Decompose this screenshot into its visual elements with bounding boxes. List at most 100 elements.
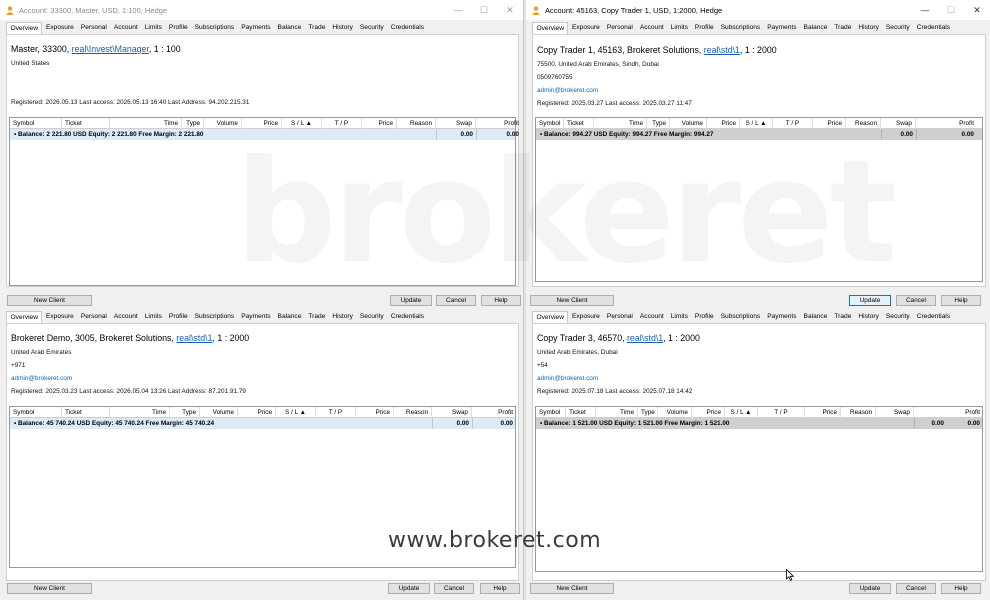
tab-overview[interactable]: Overview bbox=[532, 311, 569, 323]
col-tp[interactable]: T / P bbox=[322, 118, 362, 129]
tab-subscriptions[interactable]: Subscriptions bbox=[191, 311, 238, 323]
close-icon[interactable]: ✕ bbox=[497, 0, 523, 20]
col-type[interactable]: Type bbox=[647, 118, 670, 129]
balance-row[interactable]: • Balance: 1 521.00 USD Equity: 1 521.00… bbox=[536, 418, 982, 429]
group-link[interactable]: real\std\1 bbox=[176, 333, 212, 343]
col-reason[interactable]: Reason bbox=[397, 118, 436, 129]
update-button[interactable]: Update bbox=[849, 583, 891, 594]
minimize-icon[interactable]: — bbox=[912, 0, 938, 20]
tab-credentials[interactable]: Credentials bbox=[387, 311, 427, 323]
col-profit[interactable]: Profit bbox=[916, 118, 977, 129]
col-price[interactable]: Price bbox=[242, 118, 282, 129]
tab-history[interactable]: History bbox=[329, 311, 357, 323]
tab-overview[interactable]: Overview bbox=[532, 22, 569, 34]
col-reason[interactable]: Reason bbox=[846, 118, 881, 129]
window-splitter[interactable] bbox=[523, 0, 526, 600]
tab-balance[interactable]: Balance bbox=[800, 311, 831, 323]
tab-credentials[interactable]: Credentials bbox=[387, 22, 427, 34]
col-price[interactable]: Price bbox=[707, 118, 740, 129]
email-line[interactable]: admin@brokeret.com bbox=[11, 375, 72, 382]
tab-account[interactable]: Account bbox=[110, 22, 141, 34]
tab-security[interactable]: Security bbox=[356, 311, 387, 323]
tab-personal[interactable]: Personal bbox=[77, 22, 110, 34]
cancel-button[interactable]: Cancel bbox=[434, 583, 474, 594]
tab-payments[interactable]: Payments bbox=[238, 311, 274, 323]
col-symbol[interactable]: Symbol bbox=[10, 407, 62, 418]
tab-security[interactable]: Security bbox=[882, 311, 913, 323]
new-client-button[interactable]: New Client bbox=[7, 583, 92, 594]
tab-personal[interactable]: Personal bbox=[603, 22, 636, 34]
help-button[interactable]: Help bbox=[941, 295, 981, 306]
tab-limits[interactable]: Limits bbox=[141, 311, 165, 323]
tab-balance[interactable]: Balance bbox=[274, 311, 305, 323]
col-ticket[interactable]: Ticket bbox=[566, 407, 596, 418]
col-price[interactable]: Price bbox=[692, 407, 725, 418]
col-time[interactable]: Time bbox=[110, 118, 182, 129]
tab-limits[interactable]: Limits bbox=[667, 22, 691, 34]
cancel-button[interactable]: Cancel bbox=[896, 295, 936, 306]
tab-credentials[interactable]: Credentials bbox=[913, 311, 953, 323]
col-type[interactable]: Type bbox=[182, 118, 204, 129]
col-sl[interactable]: S / L ▲ bbox=[282, 118, 322, 129]
col-volume[interactable]: Volume bbox=[204, 118, 242, 129]
tab-account[interactable]: Account bbox=[636, 22, 667, 34]
tab-trade[interactable]: Trade bbox=[831, 311, 855, 323]
col-tp[interactable]: T / P bbox=[758, 407, 805, 418]
tab-subscriptions[interactable]: Subscriptions bbox=[717, 311, 764, 323]
new-client-button[interactable]: New Client bbox=[7, 295, 92, 306]
col-sl[interactable]: S / L ▲ bbox=[740, 118, 773, 129]
col-ticket[interactable]: Ticket bbox=[62, 407, 110, 418]
update-button[interactable]: Update bbox=[849, 295, 891, 306]
col-price-current[interactable]: Price bbox=[805, 407, 841, 418]
tab-history[interactable]: History bbox=[329, 22, 357, 34]
update-button[interactable]: Update bbox=[390, 295, 432, 306]
tab-limits[interactable]: Limits bbox=[667, 311, 691, 323]
col-symbol[interactable]: Symbol bbox=[536, 118, 564, 129]
col-sl[interactable]: S / L ▲ bbox=[276, 407, 316, 418]
col-price-current[interactable]: Price bbox=[813, 118, 846, 129]
col-price-current[interactable]: Price bbox=[362, 118, 397, 129]
title-bar[interactable]: Account: 45163, Copy Trader 1, USD, 1:20… bbox=[526, 0, 990, 20]
tab-trade[interactable]: Trade bbox=[831, 22, 855, 34]
col-profit[interactable]: Profit bbox=[472, 407, 516, 418]
maximize-icon[interactable]: ☐ bbox=[938, 0, 964, 20]
col-ticket[interactable]: Ticket bbox=[564, 118, 594, 129]
col-type[interactable]: Type bbox=[170, 407, 200, 418]
col-symbol[interactable]: Symbol bbox=[10, 118, 62, 129]
cancel-button[interactable]: Cancel bbox=[896, 583, 936, 594]
tab-payments[interactable]: Payments bbox=[764, 22, 800, 34]
col-time[interactable]: Time bbox=[110, 407, 170, 418]
col-time[interactable]: Time bbox=[596, 407, 638, 418]
tab-account[interactable]: Account bbox=[636, 311, 667, 323]
col-tp[interactable]: T / P bbox=[773, 118, 813, 129]
tab-payments[interactable]: Payments bbox=[238, 22, 274, 34]
tab-profile[interactable]: Profile bbox=[691, 22, 717, 34]
tab-overview[interactable]: Overview bbox=[6, 22, 43, 34]
tab-profile[interactable]: Profile bbox=[165, 22, 191, 34]
col-volume[interactable]: Volume bbox=[670, 118, 707, 129]
col-profit[interactable]: Profit bbox=[476, 118, 522, 129]
col-time[interactable]: Time bbox=[594, 118, 647, 129]
minimize-icon[interactable]: — bbox=[445, 0, 471, 20]
tab-limits[interactable]: Limits bbox=[141, 22, 165, 34]
col-reason[interactable]: Reason bbox=[841, 407, 876, 418]
new-client-button[interactable]: New Client bbox=[530, 583, 614, 594]
tab-balance[interactable]: Balance bbox=[800, 22, 831, 34]
help-button[interactable]: Help bbox=[481, 295, 521, 306]
tab-exposure[interactable]: Exposure bbox=[568, 311, 603, 323]
col-swap[interactable]: Swap bbox=[876, 407, 914, 418]
group-link[interactable]: real\std\1 bbox=[704, 45, 740, 55]
col-ticket[interactable]: Ticket bbox=[62, 118, 110, 129]
close-icon[interactable]: ✕ bbox=[964, 0, 990, 20]
tab-payments[interactable]: Payments bbox=[764, 311, 800, 323]
tab-account[interactable]: Account bbox=[110, 311, 141, 323]
tab-exposure[interactable]: Exposure bbox=[568, 22, 603, 34]
tab-trade[interactable]: Trade bbox=[305, 311, 329, 323]
tab-balance[interactable]: Balance bbox=[274, 22, 305, 34]
group-link[interactable]: real\Invest\Manager bbox=[72, 44, 149, 54]
tab-personal[interactable]: Personal bbox=[603, 311, 636, 323]
col-swap[interactable]: Swap bbox=[881, 118, 916, 129]
tab-security[interactable]: Security bbox=[882, 22, 913, 34]
col-volume[interactable]: Volume bbox=[200, 407, 238, 418]
col-price-current[interactable]: Price bbox=[356, 407, 394, 418]
